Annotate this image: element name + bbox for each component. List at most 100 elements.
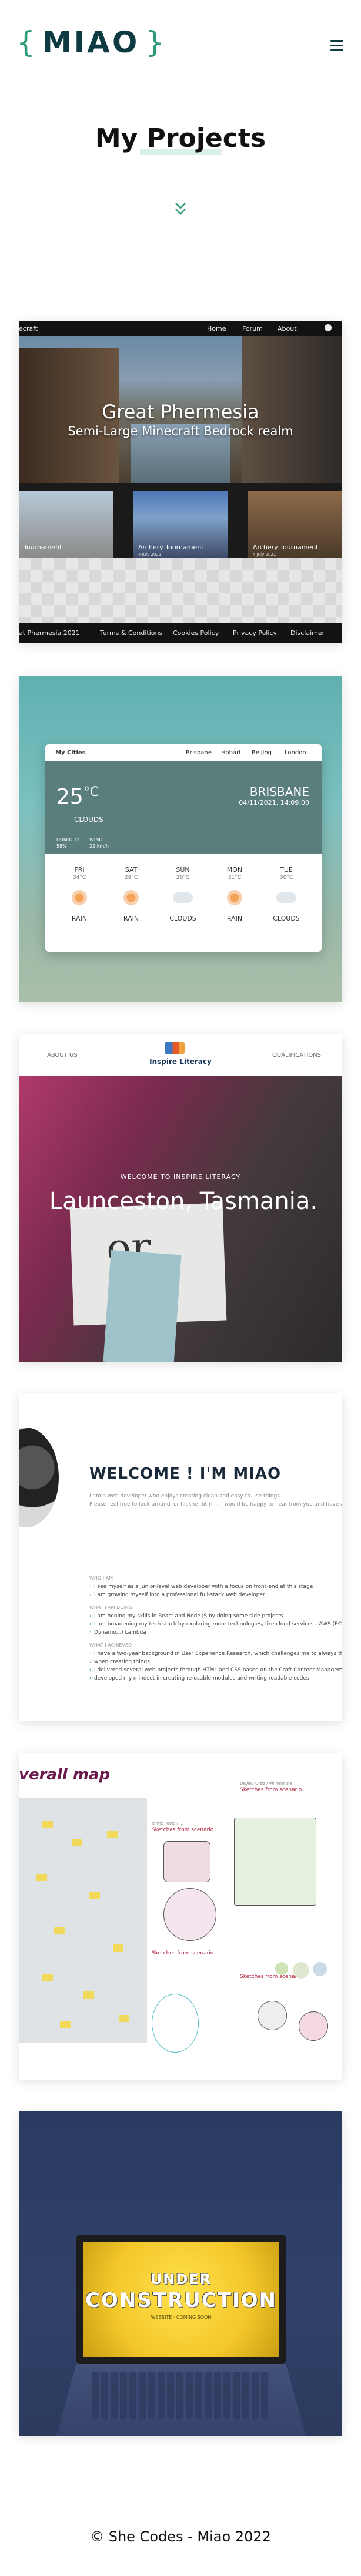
cloud-icon (173, 892, 193, 903)
laptop-display: UNDER CONSTRUCTION WEBSITE · COMING SOON (83, 2242, 279, 2357)
ux-title: verall map (19, 1766, 111, 1784)
ux-label-2b: Sketches from scenario (152, 1827, 214, 1833)
mc-hero-title: Great Phermesia (102, 401, 259, 423)
forecast-day: FRI 34°C RAIN (71, 866, 88, 922)
ux-label-1a: Dewey Ortiz / Wilhelmine (240, 1781, 292, 1786)
logo-brace-open: { (16, 25, 36, 59)
mc-nav: ecraft Home Forum About (19, 321, 342, 336)
mc-nav-about[interactable]: About (278, 325, 297, 333)
mc-nav-forum[interactable]: Forum (242, 325, 263, 333)
page-title: My Projects (95, 123, 266, 153)
mc-thumb-3-date: 4 July 2021 (253, 552, 276, 557)
ux-board-photo (19, 1798, 147, 2043)
ux-sketches: Dewey Ortiz / Wilhelmine Sketches from s… (152, 1771, 342, 2064)
portfolio-intro-2: Please feel free to look around, or hit … (89, 1502, 342, 1507)
mc-thumbnails: Tournament Archery Tournament 4 July 202… (19, 491, 342, 558)
mc-hero: Great Phermesia Semi-Large Minecraft Bed… (19, 336, 342, 483)
weather-temp: 25°C (56, 785, 99, 809)
laptop-keyboard (92, 2372, 270, 2419)
project-card-inspire-literacy[interactable]: ABOUT US Inspire Literacy QUALIFICATIONS… (19, 1034, 342, 1362)
mc-thumb-3[interactable]: Archery Tournament 4 July 2021 (248, 491, 342, 558)
cloud-icon (276, 892, 296, 903)
portfolio-ach-1: I have a two-year background in User Exp… (89, 1651, 342, 1657)
scroll-down-chevron-icon[interactable] (174, 201, 187, 217)
logo-text: MIAO (42, 25, 140, 59)
mc-thumb-2-caption: Archery Tournament (138, 543, 204, 551)
ux-label-3: Sketches from scenario (152, 1950, 214, 1956)
inspire-brand: Inspire Literacy (149, 1057, 212, 1066)
laptop-screen: UNDER CONSTRUCTION WEBSITE · COMING SOON (76, 2235, 286, 2364)
portfolio-ach-4: developed my mindset in creating re-usab… (89, 1675, 309, 1681)
project-card-minecraft[interactable]: ecraft Home Forum About Great Phermesia … (19, 321, 342, 643)
portfolio-doing-3: Dynamo...) Lambda (89, 1630, 146, 1635)
weather-tab-beijing[interactable]: Beijing (252, 750, 272, 756)
portfolio-ach-3: I delivered several web projects through… (89, 1667, 342, 1673)
mc-thumb-1[interactable]: Tournament (19, 491, 113, 558)
weather-wind: WIND 22 km/h (89, 837, 109, 849)
mc-thumb-1-caption: Tournament (24, 543, 62, 551)
mc-footer-terms[interactable]: Terms & Conditions (100, 629, 162, 637)
hamburger-menu-icon[interactable] (330, 40, 343, 52)
project-card-ux-map[interactable]: verall map Dewey Ortiz / Wilhelmine Sket… (19, 1753, 342, 2080)
weather-condition: CLOUDS (74, 815, 103, 824)
portfolio-who-2: I am growing myself into a professional … (89, 1592, 265, 1598)
forecast-day: SAT 29°C RAIN (123, 866, 139, 922)
mc-pattern (19, 558, 342, 623)
inspire-nav: ABOUT US Inspire Literacy QUALIFICATIONS (19, 1034, 342, 1076)
logo-brace-close: } (145, 25, 166, 59)
mc-hero-subtitle: Semi-Large Minecraft Bedrock realm (68, 424, 293, 438)
portfolio-doing-2: I am broadening my tech stack by explori… (89, 1621, 342, 1627)
mc-footer: at Phermesia 2021 Terms & Conditions Coo… (19, 623, 342, 643)
weather-city-tabs: My Cities Brisbane Hobart Beijing London (45, 744, 322, 761)
portfolio-intro-1: I am a web developer who enjoys creating… (89, 1493, 280, 1499)
mc-footer-cookies[interactable]: Cookies Policy (173, 629, 219, 637)
mc-user-icon[interactable] (325, 324, 332, 331)
ux-label-2a: Jamie Poole / ... (152, 1821, 183, 1826)
inspire-box-image (103, 1250, 182, 1362)
weather-current: 25°C CLOUDS BRISBANE 04/11/2021, 14:09:0… (45, 761, 322, 854)
site-header: {MIAO} (0, 0, 361, 94)
portfolio-who-1: I see myself as a junior-level web devel… (89, 1584, 313, 1590)
inspire-nav-qualifications[interactable]: QUALIFICATIONS (272, 1052, 321, 1059)
mc-nav-home[interactable]: Home (207, 325, 226, 333)
site-footer-copyright: © She Codes - Miao 2022 (90, 2528, 271, 2545)
mc-footer-privacy[interactable]: Privacy Policy (233, 629, 277, 637)
weather-forecast: FRI 34°C RAIN SAT 29°C RAIN SUN 26°C CLOUDS… (45, 854, 322, 952)
project-card-portfolio[interactable]: WELCOME ! I'M MIAO I am a web developer … (19, 1393, 342, 1721)
portfolio-ach-2: when creating things (89, 1659, 150, 1665)
portfolio-doing-1: I am honing my skills in React and Node.… (89, 1613, 283, 1619)
sun-rain-icon (123, 890, 139, 905)
mc-thumb-2[interactable]: Archery Tournament 4 July 2021 (133, 491, 228, 558)
portfolio-section-doing: WHAT I AM DOING (89, 1605, 133, 1610)
site-logo[interactable]: {MIAO} (16, 25, 165, 60)
sun-rain-icon (72, 890, 87, 905)
project-card-under-construction[interactable]: UNDER CONSTRUCTION WEBSITE · COMING SOON (19, 2111, 342, 2436)
inspire-headline: Launceston, Tasmania. (49, 1188, 318, 1215)
mc-footer-disclaimer[interactable]: Disclaimer (290, 629, 325, 637)
weather-tab-brisbane[interactable]: Brisbane (186, 750, 212, 756)
avatar (19, 1428, 59, 1527)
weather-my-cities: My Cities (55, 750, 86, 756)
weather-city: BRISBANE (249, 785, 309, 799)
page: {MIAO} My Projects ecraft Home Forum Abo… (0, 0, 361, 2576)
project-card-weather[interactable]: My Cities Brisbane Hobart Beijing London… (19, 676, 342, 1002)
forecast-day: MON 31°C RAIN (226, 866, 243, 922)
mc-nav-brand: ecraft (19, 325, 38, 333)
weather-humidity: HUMIDITY 58% (56, 837, 80, 849)
weather-tab-london[interactable]: London (285, 750, 306, 756)
mc-thumb-2-date: 4 July 2021 (138, 552, 162, 557)
mc-thumb-3-caption: Archery Tournament (253, 543, 319, 551)
portfolio-section-achieved: WHAT I ACHIEVED (89, 1643, 132, 1648)
inspire-welcome: WELCOME TO INSPIRE LITERACY (120, 1173, 241, 1181)
portfolio-section-who: WHO I AM (89, 1576, 113, 1581)
forecast-day: TUE 30°C CLOUDS (273, 866, 300, 922)
ux-label-1b: Sketches from scenario (240, 1787, 302, 1793)
construction-line-3: WEBSITE · COMING SOON (151, 2315, 212, 2320)
weather-tab-hobart[interactable]: Hobart (221, 750, 241, 756)
weather-datetime: 04/11/2021, 14:09:00 (239, 799, 309, 807)
ux-label-4: Sketches from scenario (240, 1974, 302, 1980)
mc-footer-copyright: at Phermesia 2021 (19, 629, 80, 637)
portfolio-title: WELCOME ! I'M MIAO (89, 1465, 282, 1483)
forecast-day: SUN 26°C CLOUDS (169, 866, 196, 922)
construction-line-2: CONSTRUCTION (85, 2289, 277, 2312)
